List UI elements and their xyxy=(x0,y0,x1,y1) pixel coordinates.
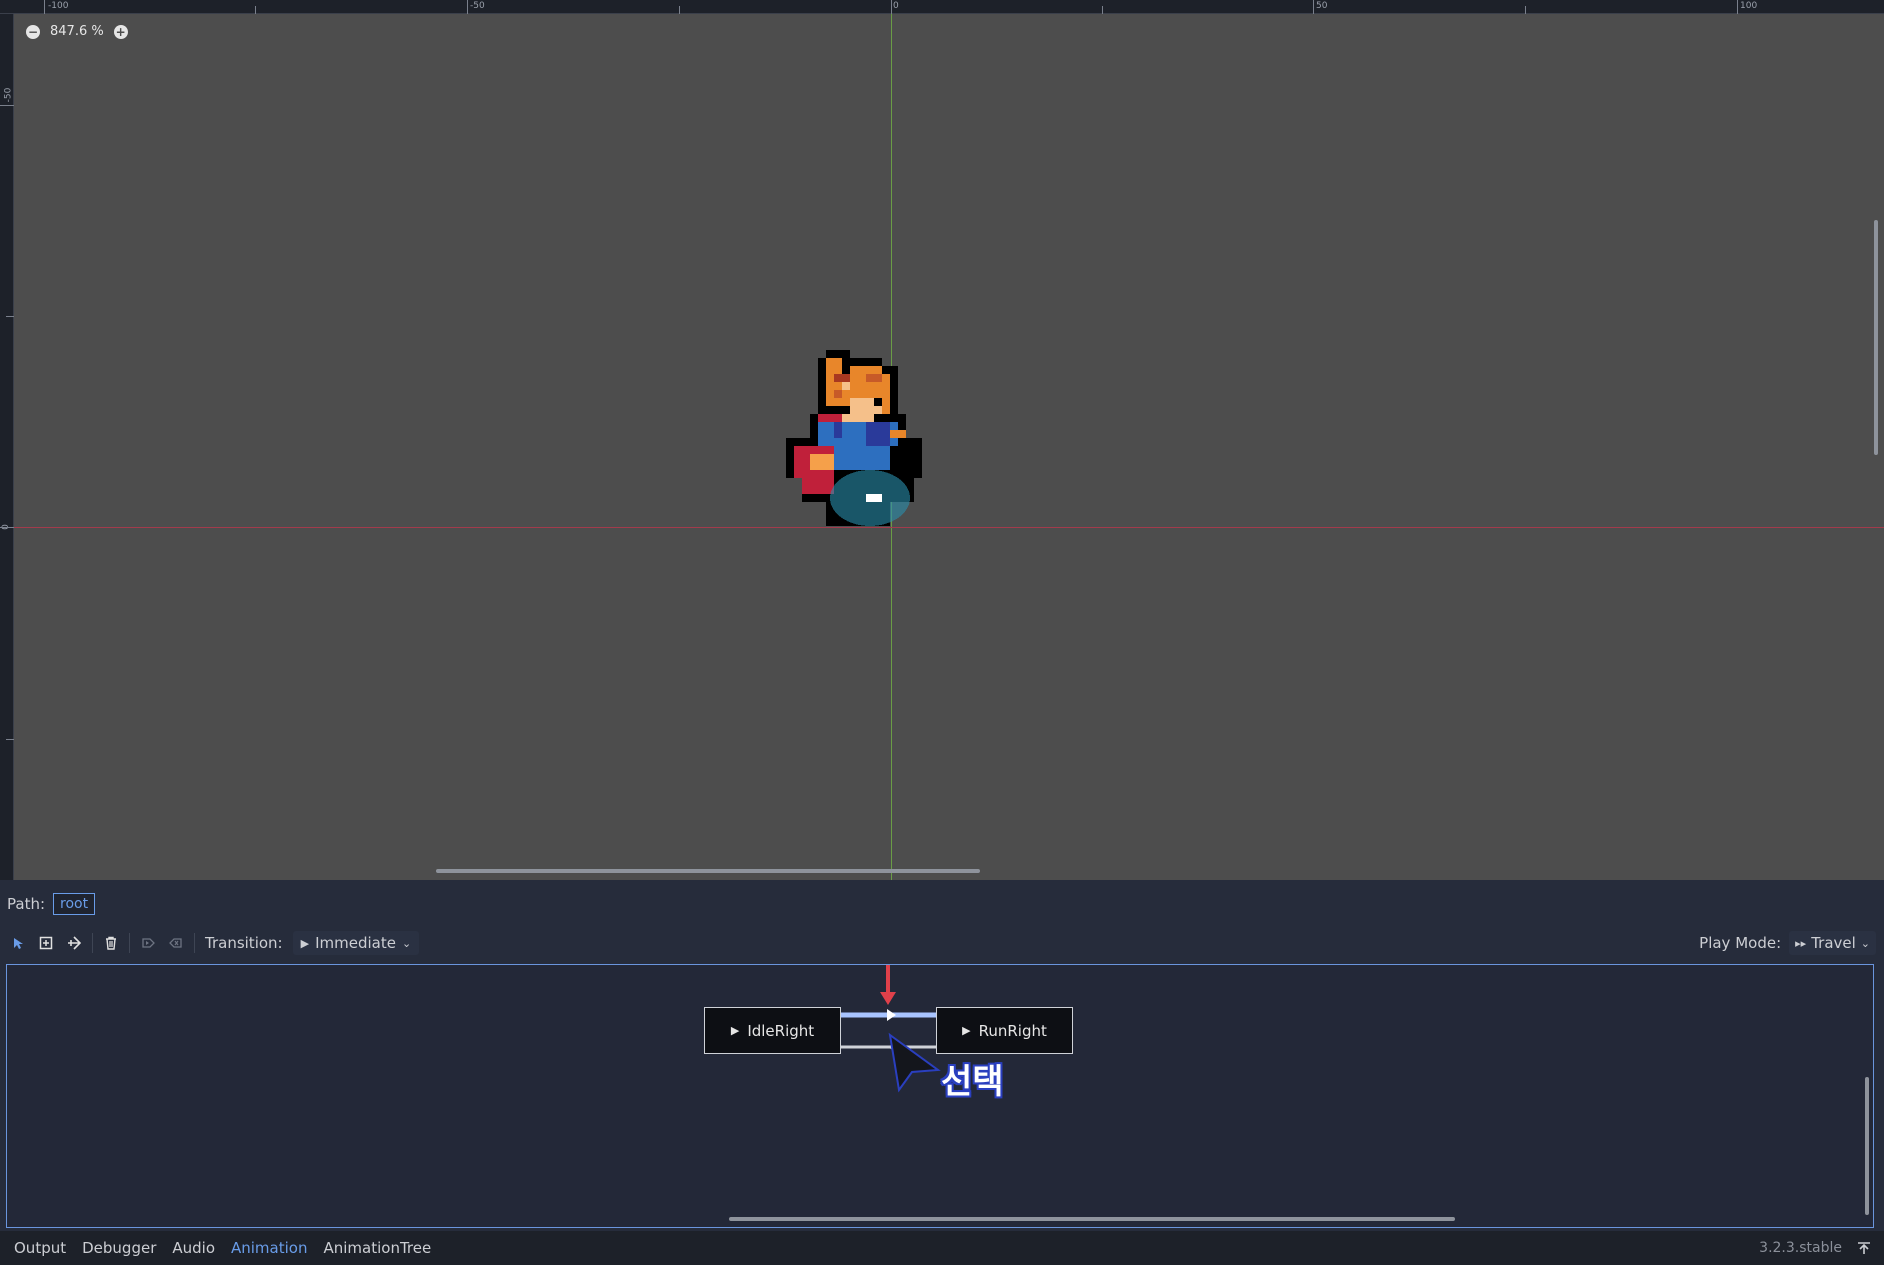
player-sprite[interactable] xyxy=(786,350,962,566)
bottom-dock: Output Debugger Audio Animation Animatio… xyxy=(0,1231,1884,1265)
play-icon[interactable]: ▶ xyxy=(962,1024,970,1037)
transition-value: Immediate xyxy=(315,934,396,952)
viewport-horizontal-scrollbar[interactable] xyxy=(436,869,980,873)
create-node-button[interactable] xyxy=(32,930,60,956)
state-node-label: RunRight xyxy=(978,1021,1047,1040)
state-node-runright[interactable]: ▶ RunRight xyxy=(936,1007,1073,1054)
graph-horizontal-scrollbar[interactable] xyxy=(729,1217,1455,1221)
ruler-label: 100 xyxy=(1740,1,1758,11)
state-node-label: IdleRight xyxy=(747,1021,815,1040)
ruler-label: 0 xyxy=(893,1,899,11)
zoom-out-button[interactable]: − xyxy=(26,24,40,39)
play-icon: ▶ xyxy=(300,936,310,950)
delete-button[interactable] xyxy=(97,930,125,956)
path-root-button[interactable]: root xyxy=(53,893,96,915)
play-icon[interactable]: ▶ xyxy=(731,1024,739,1037)
connect-nodes-button[interactable] xyxy=(60,930,88,956)
mouse-cursor-icon xyxy=(888,1032,941,1093)
transition-label: Transition: xyxy=(205,934,283,952)
ruler-label: 50 xyxy=(1316,1,1328,11)
pin-panel-icon[interactable] xyxy=(1856,1240,1872,1256)
play-mode-value: Travel xyxy=(1811,934,1856,952)
canvas-viewport[interactable]: -100 -50 0 50 100 -50 0 − 847.6 % + xyxy=(0,0,1884,880)
zoom-controls: − 847.6 % + xyxy=(26,24,128,39)
travel-icon: ▸▸ xyxy=(1795,936,1807,950)
viewport-vertical-scrollbar[interactable] xyxy=(1874,220,1878,455)
play-mode-label: Play Mode: xyxy=(1699,934,1782,952)
toolbar-separator xyxy=(92,933,93,953)
minus-icon: − xyxy=(27,24,39,39)
tab-animationtree[interactable]: AnimationTree xyxy=(323,1239,431,1257)
set-end-button[interactable] xyxy=(162,930,190,956)
play-mode-dropdown[interactable]: ▸▸ Travel ⌄ xyxy=(1789,931,1876,955)
state-node-idleright[interactable]: ▶ IdleRight xyxy=(704,1007,841,1054)
select-tool-icon xyxy=(14,938,23,949)
tab-output[interactable]: Output xyxy=(14,1239,66,1257)
connect-nodes-icon xyxy=(68,936,81,950)
chevron-down-icon: ⌄ xyxy=(401,936,412,950)
set-start-icon xyxy=(142,938,155,948)
transition-type-dropdown[interactable]: ▶ Immediate ⌄ xyxy=(292,931,420,955)
ruler-label: -50 xyxy=(470,1,485,11)
select-tool-button[interactable] xyxy=(4,930,32,956)
ruler-label: -50 xyxy=(3,87,14,103)
annotation-label: 선택 xyxy=(941,1062,1004,1102)
tab-debugger[interactable]: Debugger xyxy=(82,1239,156,1257)
set-end-icon xyxy=(169,938,182,948)
play-mode-group: Play Mode: ▸▸ Travel ⌄ xyxy=(1699,929,1876,957)
animation-tree-panel: Path: root Transition: ▶ Immediate ⌄ Pla… xyxy=(0,880,1884,1231)
zoom-level[interactable]: 847.6 % xyxy=(50,24,104,39)
delete-icon xyxy=(106,936,116,950)
tab-animation[interactable]: Animation xyxy=(231,1239,307,1257)
create-node-icon xyxy=(39,936,53,950)
highlight-arrowhead-icon xyxy=(880,992,896,1005)
zoom-in-button[interactable]: + xyxy=(113,24,128,39)
toolbar-separator xyxy=(194,933,195,953)
set-start-button[interactable] xyxy=(134,930,162,956)
transition-arrow-icon xyxy=(887,1009,896,1021)
toolbar-separator xyxy=(129,933,130,953)
graph-vertical-scrollbar[interactable] xyxy=(1865,1077,1869,1215)
tab-audio[interactable]: Audio xyxy=(172,1239,215,1257)
plus-icon: + xyxy=(115,24,126,39)
path-bar: Path: root xyxy=(0,890,96,918)
horizontal-ruler: -100 -50 0 50 100 xyxy=(0,0,1884,14)
state-machine-graph[interactable]: ▶ IdleRight ▶ RunRight 선택 xyxy=(6,964,1874,1228)
path-label: Path: xyxy=(7,895,46,913)
state-machine-toolbar: Transition: ▶ Immediate ⌄ Play Mode: ▸▸ … xyxy=(0,929,1884,957)
version-label: 3.2.3.stable xyxy=(1759,1240,1842,1256)
vertical-ruler: -50 0 xyxy=(0,14,14,880)
chevron-down-icon: ⌄ xyxy=(1860,936,1870,950)
ruler-label: -100 xyxy=(48,1,69,11)
